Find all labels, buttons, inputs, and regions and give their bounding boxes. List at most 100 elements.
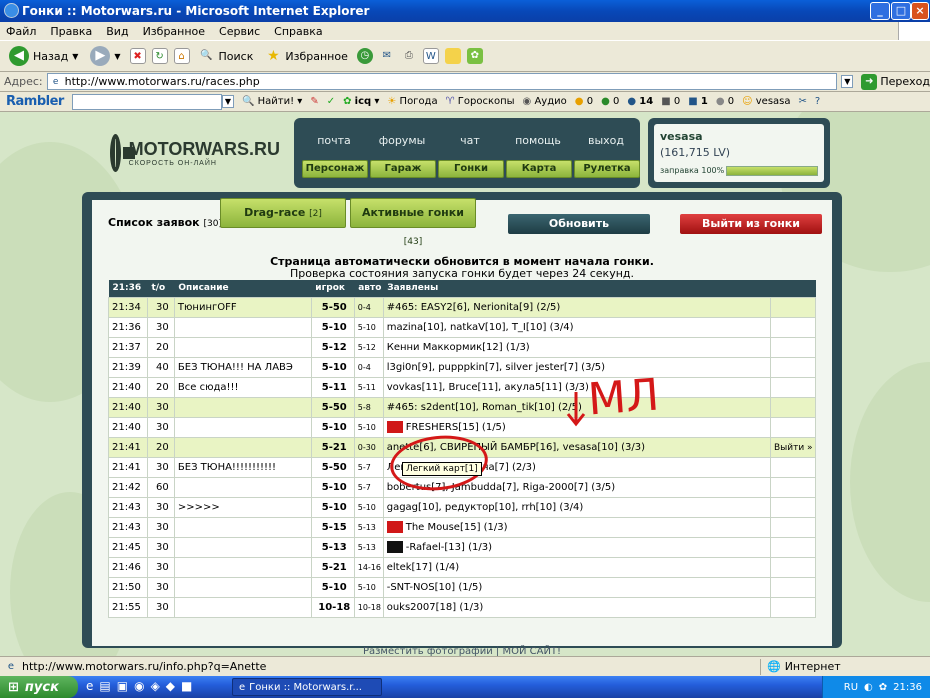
audio-button[interactable]: ◉ Аудио [523,96,567,107]
cell-action[interactable] [769,556,817,578]
media-icon[interactable]: ◉ [134,679,144,693]
rambler-user[interactable]: ☺ vesasa [742,96,790,107]
nav-forums[interactable]: форумы [370,134,434,147]
taskbar-item[interactable]: e Гонки :: Motorwars.r... [232,678,382,696]
volume-icon[interactable]: ◐ [864,682,873,693]
stop-icon[interactable]: ✖ [129,48,146,64]
counter-chat[interactable]: ● 14 [627,96,653,107]
icq-button[interactable]: ✿ icq ▾ [343,96,379,107]
cell-action[interactable] [769,456,817,478]
counter-photo[interactable]: ■ 0 [661,96,680,107]
horoscope-button[interactable]: ♈ Гороскопы [446,96,515,107]
cell-action[interactable] [769,396,817,418]
weather-button[interactable]: ☀ Погода [387,96,437,107]
nav-help[interactable]: помощь [506,134,570,147]
icq-tray-icon[interactable]: ✿ [879,682,887,693]
favorites-button[interactable]: ★ Избранное [262,46,350,66]
app2-icon[interactable]: ◆ [166,679,175,693]
cell-declared[interactable]: l3gi0n[9], pupppkin[7], silver jester[7]… [382,356,771,378]
counter-messages[interactable]: ■ 1 [688,96,708,107]
counter-events[interactable]: ● 0 [716,96,734,107]
nav-races[interactable]: Гонки [438,160,504,178]
go-button[interactable]: ➜ Переход [861,73,930,90]
chevron-down-icon[interactable]: ▼ [72,52,78,61]
tab-drag-race[interactable]: Drag-race [2] [220,198,346,228]
user-name[interactable]: vesasa [660,130,703,143]
cell-action[interactable] [769,376,817,398]
rambler-search-input[interactable] [71,93,222,110]
cell-declared[interactable]: Кенни Маккормик[12] (1/3) [382,336,771,358]
window-titlebar[interactable]: Гонки :: Motorwars.ru - Microsoft Intern… [0,0,930,22]
cell-action[interactable] [769,516,817,538]
menu-edit[interactable]: Правка [50,25,92,38]
close-icon[interactable]: × [911,2,929,20]
forward-button[interactable]: ▶ ▼ [87,44,123,68]
address-dropdown-icon[interactable]: ▼ [841,75,854,88]
menu-file[interactable]: Файл [6,25,36,38]
counter-friends[interactable]: ● 0 [601,96,619,107]
messenger-icon[interactable]: ✿ [466,48,483,64]
desktop-icon[interactable]: ▣ [117,679,128,693]
maximize-icon[interactable]: □ [891,2,911,20]
nav-garage[interactable]: Гараж [370,160,436,178]
menu-help[interactable]: Справка [274,25,322,38]
edit-icon[interactable]: W [422,48,439,64]
settings-icon[interactable]: ✂ [799,96,807,107]
chevron-down-icon[interactable]: ▼ [221,95,234,108]
spell-icon[interactable]: ✓ [327,96,335,107]
exit-race-button[interactable]: Выйти из гонки [680,214,822,234]
cell-declared[interactable]: -Rafael-[13] (1/3) [382,536,771,558]
refresh-button[interactable]: Обновить [508,214,650,234]
cell-action[interactable] [769,536,817,558]
menu-view[interactable]: Вид [106,25,128,38]
cell-action[interactable] [769,496,817,518]
menu-tools[interactable]: Сервис [219,25,260,38]
history-icon[interactable]: ◷ [356,48,373,64]
language-indicator[interactable]: RU [844,682,858,693]
cell-action[interactable] [769,336,817,358]
cell-declared[interactable]: The Mouse[15] (1/3) [382,516,771,538]
folder-icon[interactable]: ▤ [99,679,110,693]
cell-action[interactable] [769,296,817,318]
address-input[interactable]: e http://www.motorwars.ru/races.php [46,73,838,90]
tab-list[interactable]: Список заявок [30] [108,216,222,229]
cell-action[interactable] [769,356,817,378]
highlight-icon[interactable]: ✎ [310,96,318,107]
rambler-logo[interactable]: Rambler [6,94,64,109]
notes-icon[interactable] [444,48,461,64]
cell-declared[interactable]: gagag[10], редуктор[10], rrh[10] (3/4) [382,496,771,518]
nav-chat[interactable]: чат [438,134,502,147]
app-icon[interactable]: ◈ [151,679,160,693]
cell-declared[interactable]: eltek[17] (1/4) [382,556,771,578]
cell-action[interactable] [769,416,817,438]
nav-roulette[interactable]: Рулетка [574,160,640,178]
home-icon[interactable]: ⌂ [173,48,190,64]
start-button[interactable]: ⊞ пуск [0,676,78,698]
minimize-icon[interactable]: _ [870,2,890,20]
cell-declared[interactable]: ouks2007[18] (1/3) [382,596,771,618]
mail-icon[interactable]: ✉ [379,48,395,64]
nav-character[interactable]: Персонаж [302,160,368,178]
site-logo[interactable]: MOTORWARS.RU СКОРОСТЬ ОН-ЛАЙН [110,133,280,173]
cell-action[interactable] [769,596,817,618]
cell-declared[interactable]: mazina[10], natkaV[10], T_I[10] (3/4) [382,316,771,338]
back-button[interactable]: ◀ Назад ▼ [6,44,81,68]
chevron-down-icon[interactable]: ▼ [114,52,120,61]
print-icon[interactable]: ⎙ [401,48,417,64]
nav-map[interactable]: Карта [506,160,572,178]
nav-exit[interactable]: выход [574,134,638,147]
app3-icon[interactable]: ■ [181,679,192,693]
counter-mail[interactable]: ● 0 [575,96,593,107]
cell-action[interactable] [769,576,817,598]
cell-declared[interactable]: -SNT-NOS[10] (1/5) [382,576,771,598]
rambler-find-button[interactable]: 🔍 Найти! ▾ [242,96,302,107]
ie-icon[interactable]: e [86,679,93,693]
search-button[interactable]: 🔍 Поиск [196,46,257,66]
help-icon[interactable]: ? [815,96,820,107]
tab-active-races[interactable]: Активные гонки [43] [350,198,476,247]
cell-action[interactable] [769,316,817,338]
cell-action[interactable]: Выйти » [769,436,817,458]
nav-mail[interactable]: почта [302,134,366,147]
cell-action[interactable] [769,476,817,498]
refresh-icon[interactable]: ↻ [151,48,168,64]
